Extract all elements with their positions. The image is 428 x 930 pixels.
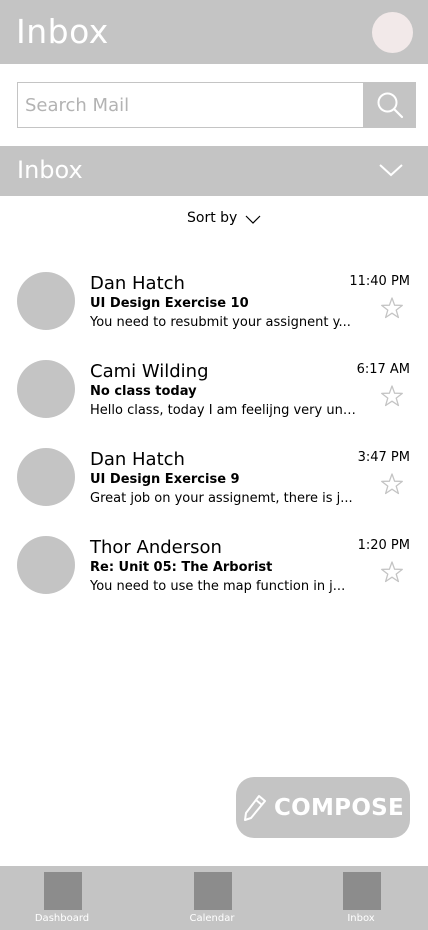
mail-time: 3:47 PM [357,450,410,465]
mail-item[interactable]: Dan Hatch UI Design Exercise 10 You need… [0,266,428,354]
mail-list: Dan Hatch UI Design Exercise 10 You need… [0,266,428,618]
sender-avatar [17,360,75,418]
mail-item[interactable]: Dan Hatch UI Design Exercise 9 Great job… [0,442,428,530]
compose-label: COMPOSE [273,794,405,821]
star-icon[interactable] [380,560,404,584]
search-bar [17,82,416,128]
mail-sender: Dan Hatch [90,449,185,470]
mail-subject: No class today [90,384,197,399]
mail-subject: UI Design Exercise 9 [90,472,240,487]
folder-selector[interactable]: Inbox [0,146,428,196]
mail-sender: Thor Anderson [90,537,222,558]
nav-label: Calendar [189,913,235,924]
user-avatar[interactable] [372,12,413,53]
star-icon[interactable] [380,296,404,320]
nav-item-calendar[interactable]: Calendar [167,866,257,930]
mail-preview: You need to resubmit your assignent y... [90,315,351,330]
mail-subject: UI Design Exercise 10 [90,296,249,311]
search-icon [377,92,403,119]
inbox-icon [343,872,381,910]
star-icon[interactable] [380,472,404,496]
sender-avatar [17,448,75,506]
sender-avatar [17,536,75,594]
chevron-down-icon [379,164,403,177]
search-button[interactable] [363,82,416,128]
app-header: Inbox [0,0,428,64]
mail-item[interactable]: Cami Wilding No class today Hello class,… [0,354,428,442]
sort-label: Sort by [187,210,238,226]
nav-label: Inbox [347,913,375,924]
folder-label: Inbox [17,156,83,184]
dashboard-icon [44,872,82,910]
search-input[interactable] [17,82,363,128]
chevron-down-icon [245,215,261,224]
mail-time: 11:40 PM [349,274,410,289]
sort-dropdown[interactable]: Sort by [187,207,261,229]
mail-subject: Re: Unit 05: The Arborist [90,560,273,575]
mail-preview: Hello class, today I am feelijng very un… [90,403,356,418]
bottom-nav: Dashboard Calendar Inbox [0,866,428,930]
pencil-icon [243,794,266,821]
mail-time: 6:17 AM [356,362,410,377]
mail-preview: Great job on your assignemt, there is j.… [90,491,353,506]
mail-preview: You need to use the map function in j... [90,579,346,594]
nav-item-dashboard[interactable]: Dashboard [17,866,107,930]
nav-item-inbox[interactable]: Inbox [316,866,406,930]
mail-item[interactable]: Thor Anderson Re: Unit 05: The Arborist … [0,530,428,618]
nav-label: Dashboard [34,913,90,924]
mail-sender: Dan Hatch [90,273,185,294]
star-icon[interactable] [380,384,404,408]
mail-sender: Cami Wilding [90,361,209,382]
calendar-icon [194,872,232,910]
page-title: Inbox [16,12,109,51]
compose-button[interactable]: COMPOSE [236,777,410,838]
sender-avatar [17,272,75,330]
mail-time: 1:20 PM [357,538,410,553]
